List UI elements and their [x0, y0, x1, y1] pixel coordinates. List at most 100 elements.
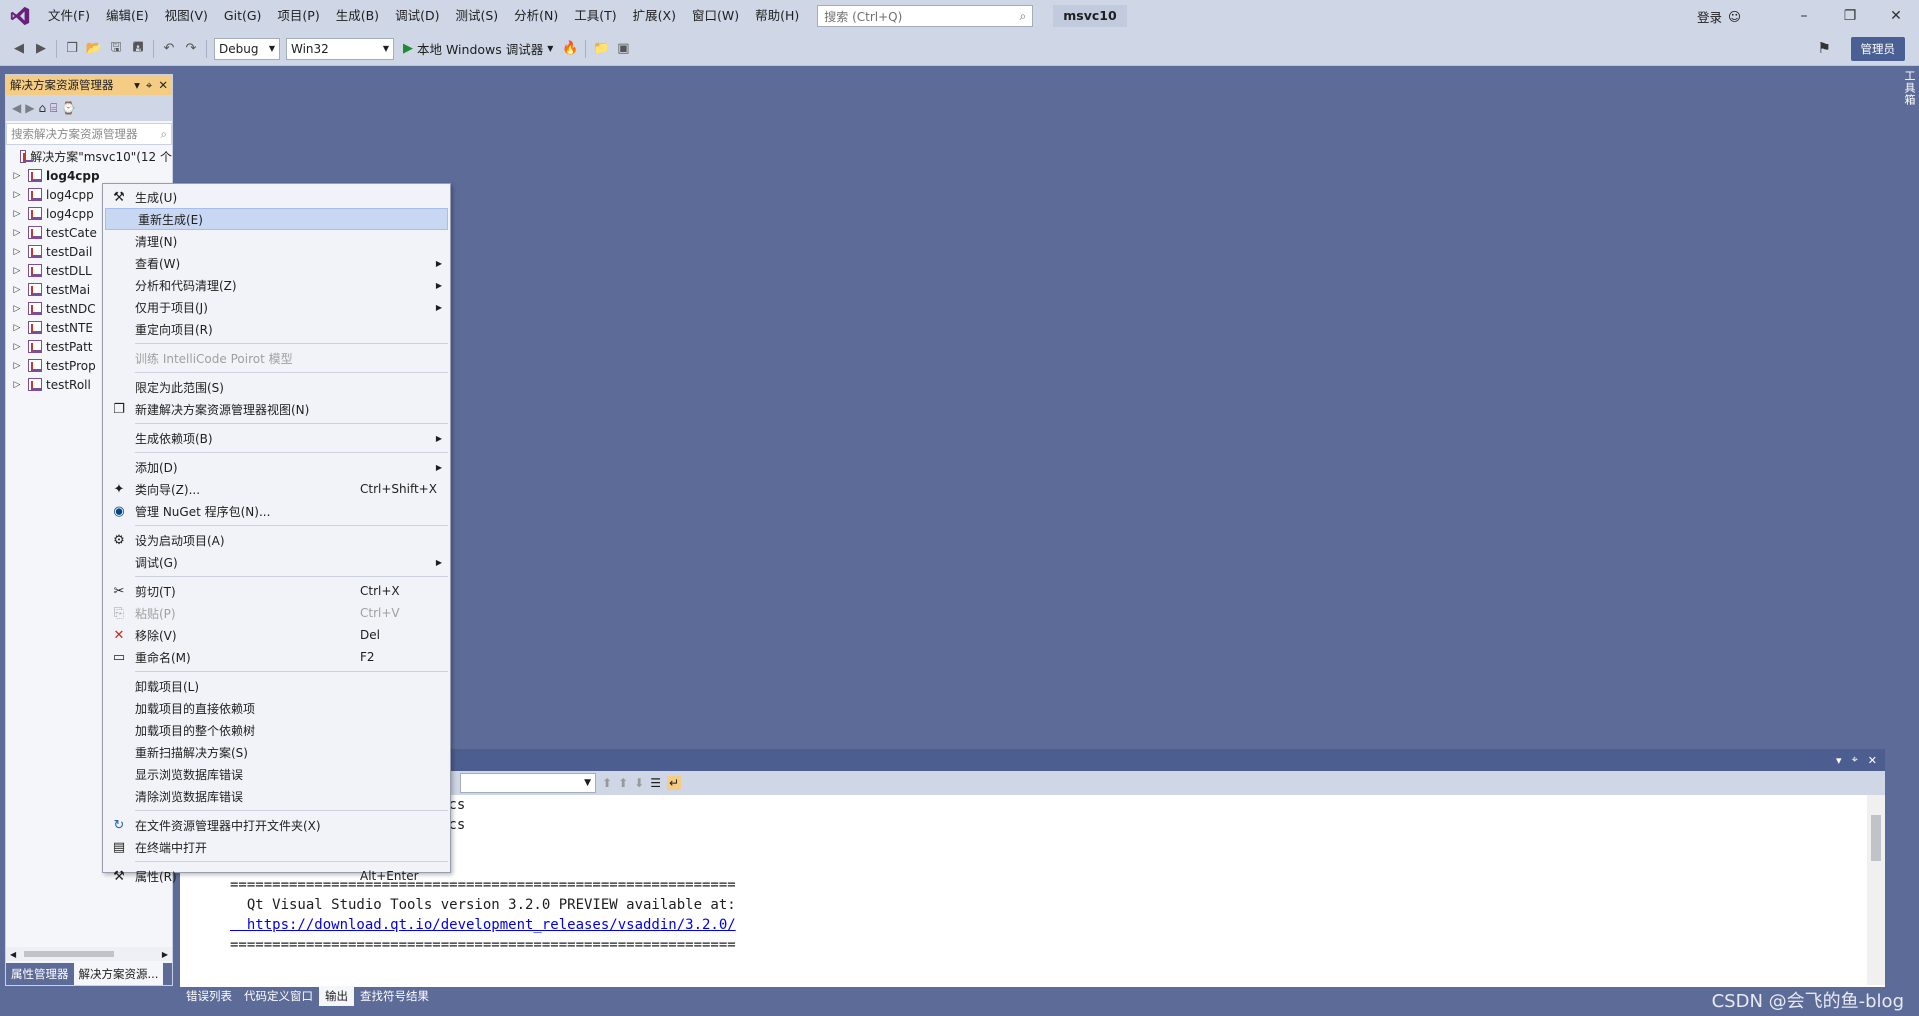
expand-arrow-icon[interactable]: ▷ [10, 266, 24, 276]
tab-solution-explorer[interactable]: 解决方案资源... [73, 963, 164, 985]
expand-arrow-icon[interactable]: ▷ [10, 323, 24, 333]
context-menu-item[interactable]: ⚒ 生成(U) [103, 186, 450, 208]
expand-arrow-icon[interactable]: ▷ [10, 380, 24, 390]
context-menu-item[interactable]: 加载项目的整个依赖树 [103, 719, 450, 741]
context-menu-item[interactable]: 添加(D) ▶ [103, 456, 450, 478]
switch-views-icon[interactable]: ⌸ [50, 101, 57, 116]
menu-item[interactable]: 调试(D) [387, 4, 447, 28]
hot-reload-icon[interactable]: 🔥 [559, 38, 581, 60]
context-menu-item[interactable]: 仅用于项目(J) ▶ [103, 296, 450, 318]
vertical-scrollbar[interactable] [1867, 795, 1885, 985]
context-menu-item[interactable]: 查看(W) ▶ [103, 252, 450, 274]
back-icon[interactable]: ◀ [12, 101, 21, 115]
feedback-icon[interactable]: ⚑ [1818, 39, 1831, 57]
prev-message-icon[interactable]: ⬆ [618, 776, 628, 790]
menu-item[interactable]: 测试(S) [447, 4, 506, 28]
open-file-icon[interactable]: 📂 [83, 38, 105, 60]
restore-button[interactable]: ❐ [1827, 0, 1873, 32]
context-menu-item[interactable]: ✦ 类向导(Z)... Ctrl+Shift+X [103, 478, 450, 500]
expand-arrow-icon[interactable]: ▷ [10, 285, 24, 295]
expand-arrow-icon[interactable]: ▷ [10, 247, 24, 257]
folder-icon[interactable]: 📁 [590, 38, 612, 60]
context-menu-item[interactable]: ⚙ 设为启动项目(A) [103, 529, 450, 551]
context-menu-item[interactable]: ▤ 在终端中打开 [103, 836, 450, 858]
menu-item[interactable]: 视图(V) [157, 4, 216, 28]
close-window-button[interactable]: ✕ [1873, 0, 1919, 32]
undo-icon[interactable]: ↶ [158, 38, 180, 60]
context-menu-item[interactable]: ✕ 移除(V) Del [103, 624, 450, 646]
tab-property-manager[interactable]: 属性管理器 [6, 963, 74, 985]
menu-item[interactable]: Git(G) [216, 4, 270, 28]
expand-arrow-icon[interactable]: ▷ [10, 228, 24, 238]
menu-item[interactable]: 窗口(W) [684, 4, 747, 28]
scrollbar-thumb[interactable] [24, 951, 115, 957]
search-input[interactable]: 搜索 (Ctrl+Q) [824, 8, 902, 25]
menu-item[interactable]: 扩展(X) [625, 4, 684, 28]
context-menu-item[interactable]: ❐ 新建解决方案资源管理器视图(N) [103, 398, 450, 420]
menu-item[interactable]: 编辑(E) [98, 4, 157, 28]
menu-item[interactable]: 文件(F) [40, 4, 98, 28]
menu-item[interactable]: 项目(P) [269, 4, 327, 28]
menu-item[interactable]: 分析(N) [506, 4, 566, 28]
dropdown-icon[interactable]: ▾ [1836, 754, 1842, 767]
context-menu-item[interactable]: ◉ 管理 NuGet 程序包(N)... [103, 500, 450, 522]
context-menu-item[interactable]: ⚒ 属性(R) Alt+Enter [103, 865, 450, 887]
tab-output[interactable]: 输出 [319, 986, 354, 1006]
context-menu-item[interactable]: 清理(N) [103, 230, 450, 252]
solution-node[interactable]: 解决方案"msvc10"(12 个 [6, 147, 172, 166]
context-menu-item[interactable]: 训练 IntelliCode Poirot 模型 [103, 347, 450, 369]
solution-search-field[interactable]: 搜索解决方案资源管理器 ⌕ [6, 123, 172, 145]
forward-icon[interactable]: ▶ [30, 38, 52, 60]
back-icon[interactable]: ◀ [8, 38, 30, 60]
scroll-right-icon[interactable]: ▶ [162, 950, 168, 959]
qt-download-link[interactable]: https://download.qt.io/development_relea… [230, 915, 1885, 935]
context-menu-item[interactable]: 调试(G) ▶ [103, 551, 450, 573]
expand-arrow-icon[interactable]: ▷ [10, 342, 24, 352]
start-debugging-button[interactable]: ▶ 本地 Windows 调试器 ▼ [403, 39, 553, 58]
history-icon[interactable]: ⌚ [61, 101, 76, 115]
pin-icon[interactable]: ⌖ [1852, 753, 1858, 767]
pin-icon[interactable]: ⌖ [146, 78, 152, 93]
context-menu-item[interactable]: 显示浏览数据库错误 [103, 763, 450, 785]
forward-icon[interactable]: ▶ [25, 101, 34, 115]
expand-arrow-icon[interactable]: ▷ [10, 190, 24, 200]
save-icon[interactable]: 🖫 [105, 38, 127, 60]
context-menu-item[interactable]: 重新扫描解决方案(S) [103, 741, 450, 763]
search-icon[interactable]: ⌕ [1020, 9, 1027, 24]
context-menu-item[interactable]: 清除浏览数据库错误 [103, 785, 450, 807]
scrollbar-thumb[interactable] [1871, 815, 1881, 861]
expand-arrow-icon[interactable]: ▷ [10, 304, 24, 314]
minimize-button[interactable]: – [1781, 0, 1827, 32]
menu-item[interactable]: 生成(B) [328, 4, 387, 28]
configuration-dropdown[interactable]: Debug ▼ [214, 37, 280, 60]
word-wrap-icon[interactable]: ↵ [666, 776, 682, 790]
tab-find-symbol-results[interactable]: 查找符号结果 [354, 986, 435, 1006]
menu-item[interactable]: 工具(T) [566, 4, 624, 28]
close-icon[interactable]: ✕ [1868, 754, 1877, 767]
horizontal-scrollbar[interactable]: ◀ ▶ [6, 947, 172, 961]
dropdown-icon[interactable]: ▾ [134, 78, 140, 93]
context-menu-item[interactable]: 分析和代码清理(Z) ▶ [103, 274, 450, 296]
expand-arrow-icon[interactable]: ▷ [10, 171, 24, 181]
login-button[interactable]: 登录 ☺ [1697, 7, 1741, 26]
clear-all-icon[interactable]: ☰ [650, 776, 661, 790]
platform-dropdown[interactable]: Win32 ▼ [286, 37, 394, 60]
context-menu-item[interactable]: ✂ 剪切(T) Ctrl+X [103, 580, 450, 602]
redo-icon[interactable]: ↷ [180, 38, 202, 60]
solution-search-input[interactable]: 搜索解决方案资源管理器 [11, 126, 138, 142]
toolbox-tab[interactable]: 工具箱 [1899, 70, 1917, 106]
search-icon[interactable]: ⌕ [161, 127, 167, 142]
context-menu-item[interactable]: ↻ 在文件资源管理器中打开文件夹(X) [103, 814, 450, 836]
close-icon[interactable]: ✕ [158, 78, 168, 93]
context-menu-item[interactable]: ⎘ 粘贴(P) Ctrl+V [103, 602, 450, 624]
home-icon[interactable]: ⌂ [38, 101, 46, 115]
context-menu-item[interactable]: 重新生成(E) [105, 208, 448, 230]
tab-code-definition[interactable]: 代码定义窗口 [238, 986, 319, 1006]
search-box[interactable]: 搜索 (Ctrl+Q) ⌕ [817, 5, 1034, 27]
context-menu-item[interactable]: 卸载项目(L) [103, 675, 450, 697]
scroll-left-icon[interactable]: ◀ [10, 950, 16, 959]
expand-arrow-icon[interactable]: ▷ [10, 361, 24, 371]
context-menu-item[interactable]: 限定为此范围(S) [103, 376, 450, 398]
context-menu-item[interactable]: ▭ 重命名(M) F2 [103, 646, 450, 668]
context-menu-item[interactable]: 生成依赖项(B) ▶ [103, 427, 450, 449]
